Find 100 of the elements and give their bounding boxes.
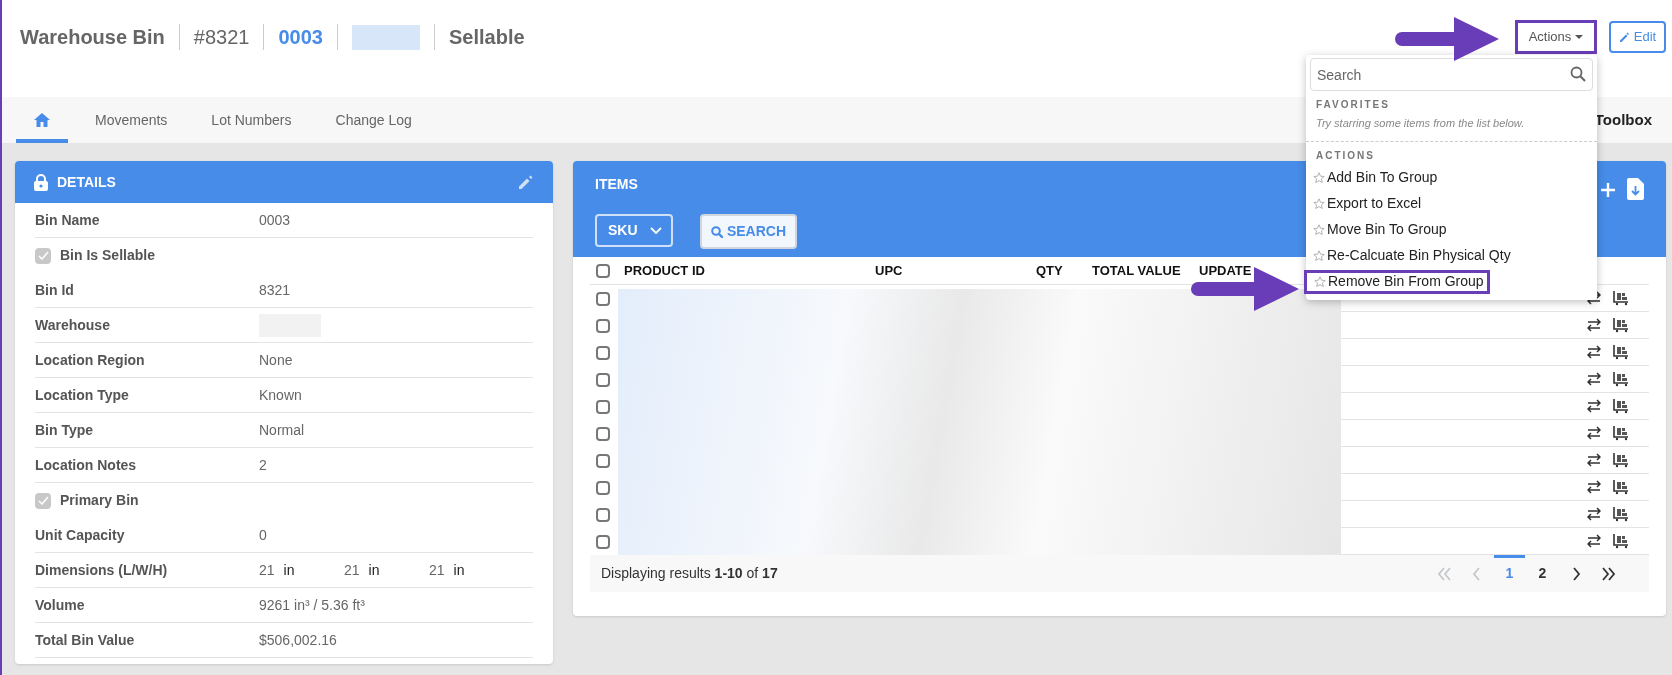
row-checkbox[interactable] bbox=[596, 291, 610, 306]
star-icon[interactable] bbox=[1313, 249, 1325, 262]
edit-icon[interactable] bbox=[518, 174, 534, 190]
bin-name: 0003 bbox=[278, 25, 323, 50]
row-checkbox[interactable] bbox=[596, 372, 610, 387]
row-checkbox[interactable] bbox=[596, 534, 610, 549]
field-label: Volume bbox=[35, 597, 85, 613]
field-value: 8321 bbox=[259, 280, 291, 300]
checkbox[interactable] bbox=[35, 247, 51, 264]
field-label: Unit Capacity bbox=[35, 527, 125, 543]
swap-icon[interactable] bbox=[1587, 372, 1601, 386]
toolbox-tab[interactable]: Toolbox bbox=[1594, 108, 1652, 132]
row-checkbox[interactable] bbox=[596, 426, 610, 441]
favorites-hint: Try starring some items from the list below. bbox=[1316, 116, 1526, 131]
star-icon[interactable] bbox=[1314, 275, 1326, 288]
checkmark-icon bbox=[37, 496, 49, 505]
field-label: Location Region bbox=[35, 352, 145, 368]
page-title: Warehouse Bin bbox=[20, 25, 165, 50]
column-header[interactable]: TOTAL VALUE bbox=[1092, 260, 1199, 281]
row-checkbox[interactable] bbox=[596, 480, 610, 495]
section-heading: ACTIONS bbox=[1316, 148, 1376, 163]
cart-icon[interactable] bbox=[1613, 317, 1629, 333]
field-value: $506,002.16 bbox=[259, 630, 337, 650]
swap-icon[interactable] bbox=[1587, 453, 1601, 467]
row-checkbox[interactable] bbox=[596, 399, 610, 414]
cart-icon[interactable] bbox=[1613, 425, 1629, 441]
swap-icon[interactable] bbox=[1587, 345, 1601, 359]
cart-icon[interactable] bbox=[1613, 371, 1629, 387]
bin-number: #8321 bbox=[193, 25, 250, 50]
pencil-icon bbox=[1618, 31, 1630, 43]
file-download-icon[interactable] bbox=[1627, 178, 1644, 200]
menu-item[interactable]: Move Bin To Group bbox=[1306, 217, 1597, 242]
field-label: Location Notes bbox=[35, 457, 137, 473]
swap-icon[interactable] bbox=[1587, 480, 1601, 494]
chevron-down-icon bbox=[649, 227, 662, 234]
cart-icon[interactable] bbox=[1613, 506, 1629, 522]
menu-item[interactable]: Add Bin To Group bbox=[1306, 165, 1597, 190]
field-label: Primary Bin bbox=[60, 491, 139, 510]
panel-title: DETAILS bbox=[57, 172, 116, 192]
field-value: 9261 in³ / 5.36 ft³ bbox=[259, 595, 365, 615]
field-value: Known bbox=[259, 385, 302, 405]
swap-icon[interactable] bbox=[1587, 399, 1601, 413]
bin-status: Sellable bbox=[448, 25, 525, 50]
unit-label: in bbox=[368, 560, 380, 580]
field-value: None bbox=[259, 350, 293, 370]
row-checkbox[interactable] bbox=[596, 318, 610, 333]
unit-label: in bbox=[453, 560, 465, 580]
checkbox[interactable] bbox=[35, 492, 51, 509]
row-checkbox[interactable] bbox=[596, 507, 610, 522]
field-label: Warehouse bbox=[35, 317, 110, 333]
search-field[interactable]: Search bbox=[1310, 58, 1593, 91]
column-header[interactable]: UPC bbox=[875, 260, 1036, 281]
row-checkbox[interactable] bbox=[596, 345, 610, 360]
field-value: 21 bbox=[429, 560, 445, 580]
cart-icon[interactable] bbox=[1613, 398, 1629, 414]
section-heading: FAVORITES bbox=[1316, 98, 1391, 112]
cart-icon[interactable] bbox=[1613, 452, 1629, 468]
tab[interactable]: Change Log bbox=[318, 97, 429, 143]
lock-icon bbox=[34, 173, 48, 191]
field-label: Total Bin Value bbox=[35, 632, 135, 648]
actions-button[interactable]: Actions bbox=[1515, 20, 1597, 54]
double-chevron-right-icon[interactable] bbox=[1600, 565, 1617, 582]
caret-icon bbox=[1575, 35, 1584, 39]
field-label: Bin Name bbox=[35, 212, 100, 228]
field-label: Dimensions (L/W/H) bbox=[35, 562, 168, 578]
column-header[interactable]: QTY bbox=[1036, 260, 1092, 281]
tab[interactable]: Movements bbox=[78, 97, 185, 143]
field-value: Normal bbox=[259, 420, 305, 440]
add-icon[interactable] bbox=[1600, 182, 1616, 198]
checkmark-icon bbox=[37, 251, 49, 260]
field-label: Location Type bbox=[35, 387, 129, 403]
field-value: 21 bbox=[344, 560, 360, 580]
field-label: Bin Is Sellable bbox=[60, 246, 155, 265]
swap-icon[interactable] bbox=[1587, 426, 1601, 440]
field-label: Bin Id bbox=[35, 282, 74, 298]
swap-icon[interactable] bbox=[1587, 534, 1601, 548]
home-icon bbox=[33, 112, 51, 128]
cart-icon[interactable] bbox=[1613, 533, 1629, 549]
star-icon[interactable] bbox=[1313, 171, 1325, 184]
field-label: Bin Type bbox=[35, 422, 94, 438]
search-icon bbox=[1570, 66, 1586, 82]
unit-label: in bbox=[283, 560, 295, 580]
tab[interactable]: Lot Numbers bbox=[194, 97, 309, 143]
page-link[interactable]: 2 bbox=[1538, 563, 1547, 584]
swap-icon[interactable] bbox=[1587, 507, 1601, 521]
field-value: 21 bbox=[259, 560, 275, 580]
swap-icon[interactable] bbox=[1587, 318, 1601, 332]
cart-icon[interactable] bbox=[1613, 344, 1629, 360]
redacted-field bbox=[351, 24, 420, 50]
menu-item[interactable]: Re-Calcuate Bin Physical Qty bbox=[1306, 243, 1597, 268]
results-summary: Displaying results 1-10 of 17 bbox=[601, 564, 778, 583]
menu-item[interactable]: Remove Bin From Group bbox=[1304, 269, 1490, 294]
menu-item[interactable]: Export to Excel bbox=[1306, 191, 1597, 216]
cart-icon[interactable] bbox=[1613, 479, 1629, 495]
cart-icon[interactable] bbox=[1613, 290, 1629, 306]
star-icon[interactable] bbox=[1313, 197, 1325, 210]
column-header[interactable]: PRODUCT ID bbox=[624, 260, 875, 281]
row-checkbox[interactable] bbox=[596, 453, 610, 468]
star-icon[interactable] bbox=[1313, 223, 1325, 236]
select-all-checkbox[interactable] bbox=[596, 263, 610, 278]
